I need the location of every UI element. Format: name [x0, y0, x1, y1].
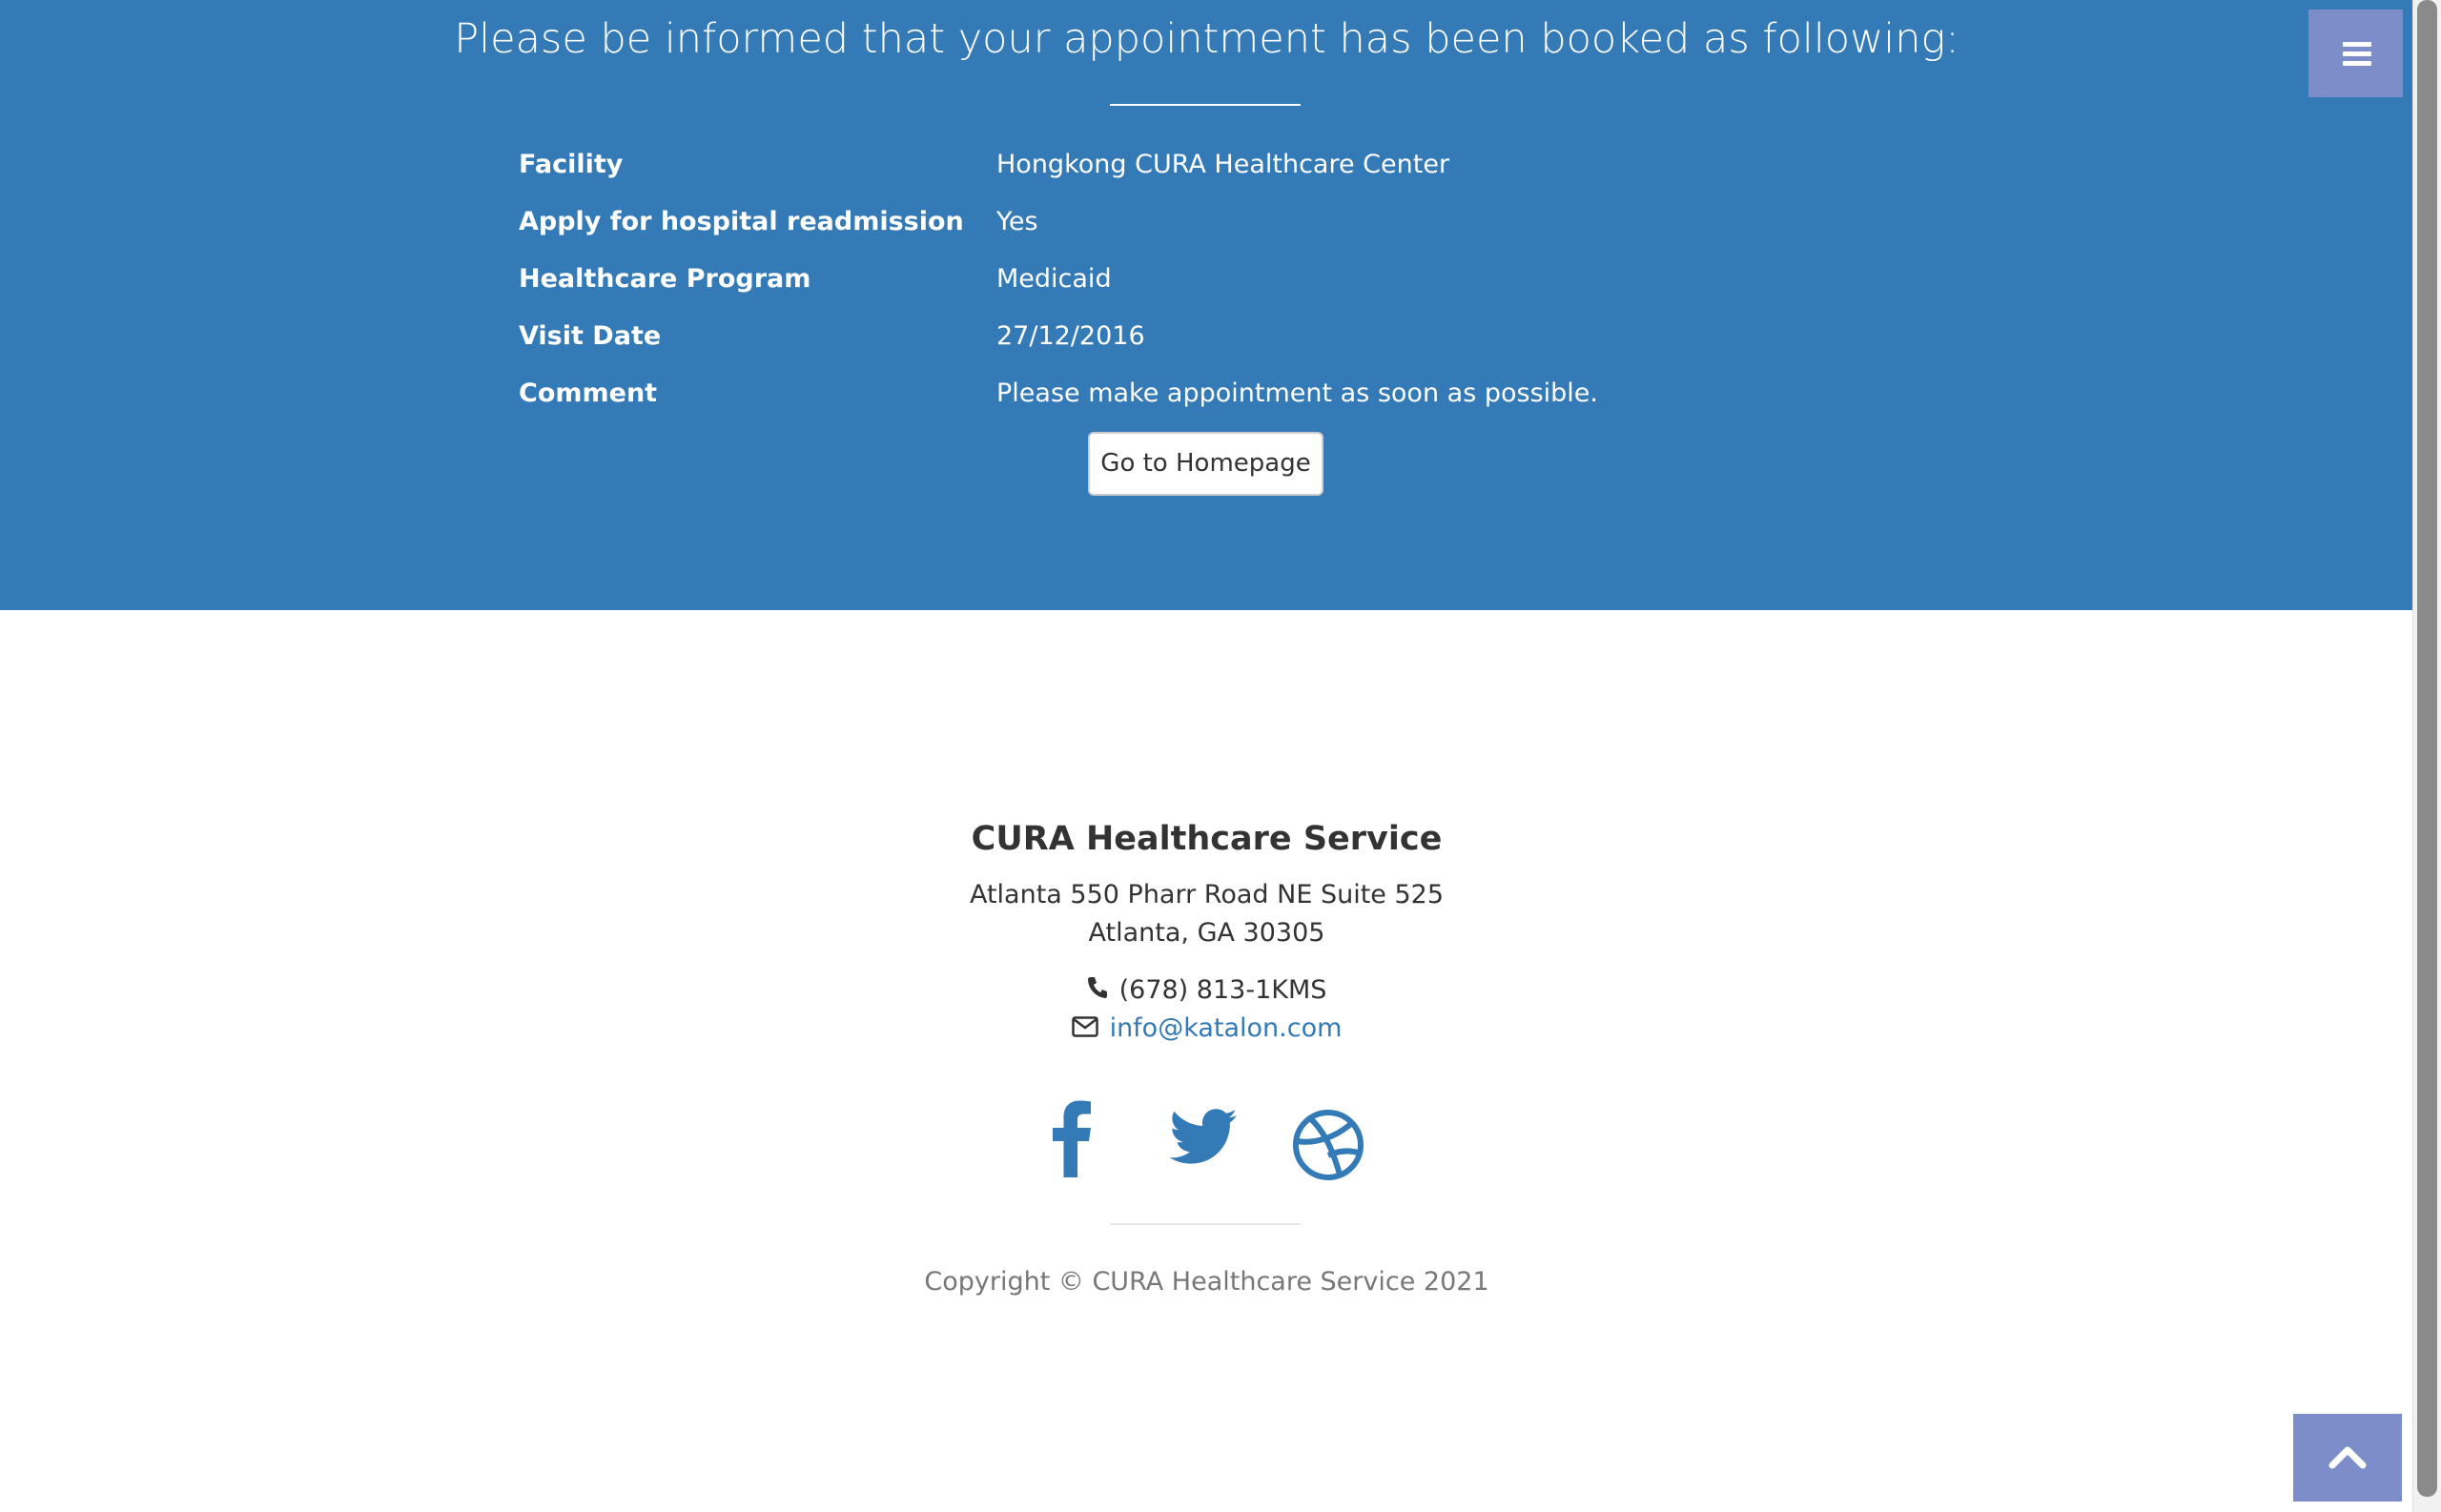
comment-label: Comment: [519, 378, 658, 408]
appointment-summary-section: Please be informed that your appointment…: [0, 0, 2413, 610]
copyright-text: Copyright © CURA Healthcare Service 2021: [924, 1267, 1489, 1297]
heading-divider: [1110, 104, 1301, 106]
readmission-value: Yes: [996, 207, 1038, 236]
browser-viewport: Please be informed that your appointment…: [0, 0, 2441, 1512]
chevron-up-icon: [2328, 1446, 2367, 1469]
phone-icon: [1087, 972, 1108, 1011]
readmission-label: Apply for hospital readmission: [519, 207, 964, 236]
facebook-link[interactable]: [1032, 1096, 1118, 1182]
facility-value: Hongkong CURA Healthcare Center: [996, 150, 1450, 179]
address-line-1: Atlanta 550 Pharr Road NE Suite 525: [969, 880, 1445, 909]
email-link[interactable]: info@katalon.com: [1110, 1013, 1343, 1043]
detail-row-program: Healthcare Program Medicaid: [0, 255, 2413, 303]
company-name: CURA Healthcare Service: [971, 820, 1443, 858]
confirmation-heading: Please be informed that your appointment…: [454, 15, 1959, 63]
program-label: Healthcare Program: [519, 264, 811, 294]
page: Please be informed that your appointment…: [0, 0, 2413, 1512]
detail-row-readmission: Apply for hospital readmission Yes: [0, 198, 2413, 246]
twitter-link[interactable]: [1159, 1096, 1244, 1182]
scrollbar-thumb[interactable]: [2417, 0, 2437, 1497]
phone-number: (678) 813-1KMS: [1118, 975, 1327, 1005]
facebook-icon: [1053, 1100, 1091, 1177]
program-value: Medicaid: [996, 264, 1112, 294]
address-line-2: Atlanta, GA 30305: [1088, 918, 1325, 948]
phone-line: (678) 813-1KMS: [0, 971, 2413, 1011]
comment-value: Please make appointment as soon as possi…: [996, 378, 1598, 408]
dribbble-icon: [1293, 1110, 1364, 1180]
detail-row-visit-date: Visit Date 27/12/2016: [0, 313, 2413, 360]
dribbble-link[interactable]: [1285, 1096, 1371, 1182]
menu-toggle-button[interactable]: [2308, 10, 2403, 97]
detail-row-comment: Comment Please make appointment as soon …: [0, 370, 2413, 418]
visit-date-label: Visit Date: [519, 321, 662, 351]
go-to-homepage-button[interactable]: Go to Homepage: [1088, 432, 1323, 496]
detail-row-facility: Facility Hongkong CURA Healthcare Center: [0, 141, 2413, 189]
scroll-to-top-button[interactable]: [2293, 1414, 2402, 1502]
vertical-scrollbar[interactable]: [2412, 0, 2441, 1512]
email-line: info@katalon.com: [0, 1010, 2413, 1049]
facility-label: Facility: [519, 150, 624, 179]
visit-date-value: 27/12/2016: [996, 321, 1145, 351]
envelope-icon: [1071, 1011, 1098, 1049]
footer-divider: [1110, 1223, 1301, 1225]
twitter-icon: [1169, 1109, 1237, 1164]
